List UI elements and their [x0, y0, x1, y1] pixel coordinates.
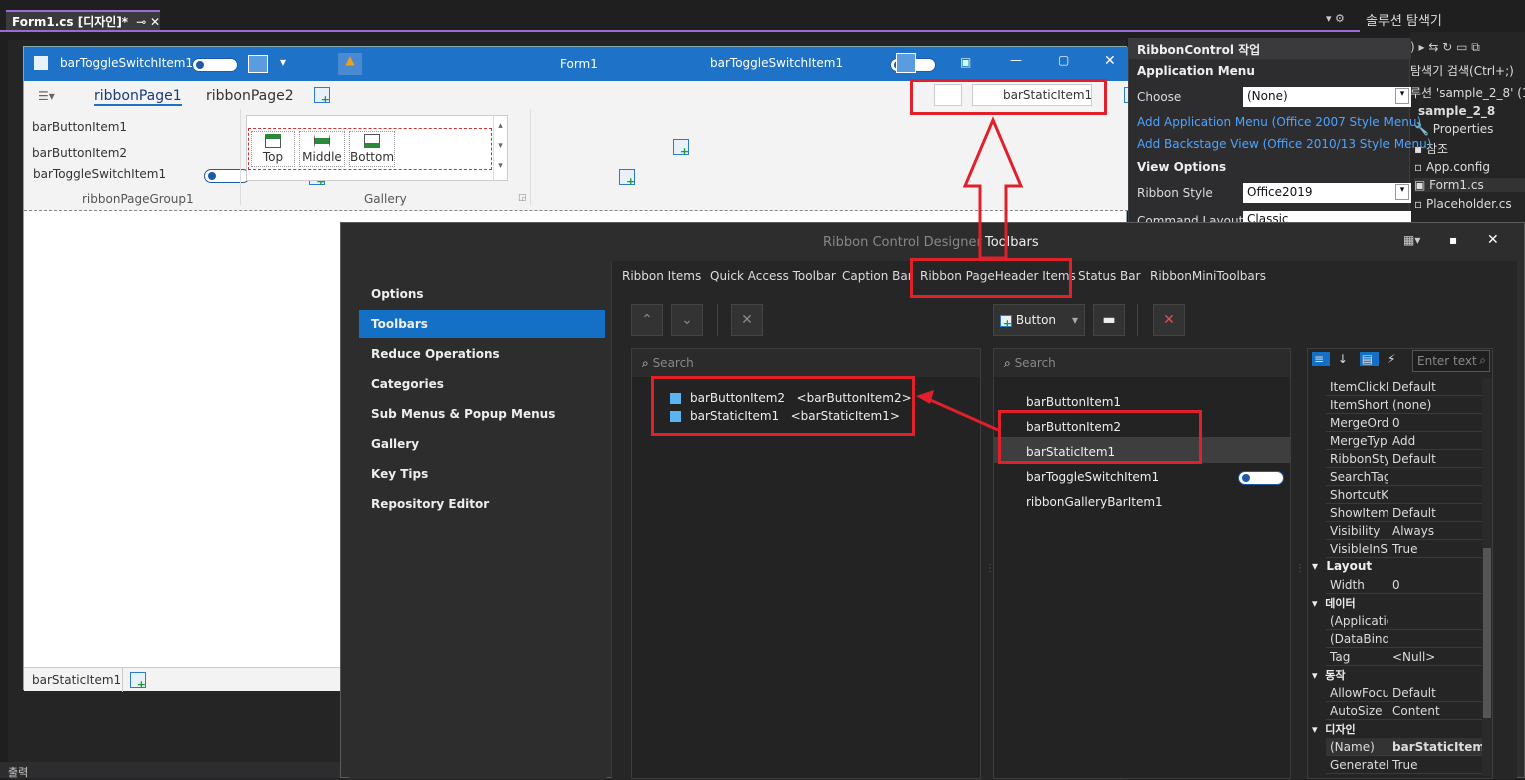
- up-arrow: [962, 116, 1024, 260]
- left-arrow-line: [925, 396, 999, 432]
- annotation-arrows: [916, 116, 1024, 432]
